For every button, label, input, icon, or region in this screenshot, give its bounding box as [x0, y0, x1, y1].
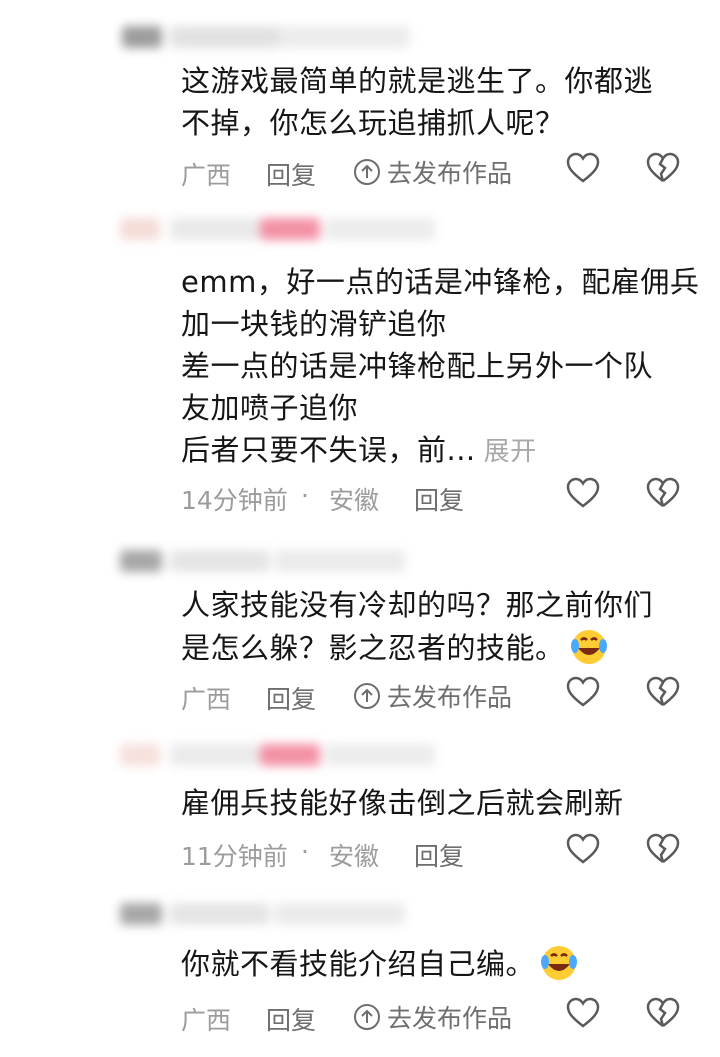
- comment-line: 是怎么躲？影之忍者的技能。: [181, 626, 701, 669]
- heart-outline-icon[interactable]: [565, 674, 601, 710]
- comment-text: 这游戏最简单的就是逃生了。你都逃 不掉，你怎么玩追捕抓人呢？: [181, 60, 701, 144]
- broken-heart-outline-icon[interactable]: [645, 995, 681, 1031]
- comment-line: 后者只要不失误，前... 展开: [181, 429, 701, 473]
- heart-outline-icon[interactable]: [565, 150, 601, 186]
- blurred-username: [120, 738, 440, 772]
- heart-outline-icon[interactable]: [565, 475, 601, 511]
- location-label: 广西: [181, 685, 232, 714]
- comment-text: 雇佣兵技能好像击倒之后就会刷新: [181, 782, 701, 824]
- goto-post-button[interactable]: 去发布作品: [353, 678, 512, 714]
- blurred-username: [120, 212, 440, 246]
- blurred-username: [120, 20, 420, 54]
- arrow-up-circle-icon: [354, 1004, 380, 1030]
- comment-meta: 14分钟前 · 安徽 回复: [181, 475, 701, 515]
- comment-text: emm，好一点的话是冲锋枪，配雇佣兵 加一块钱的滑铲追你 差一点的话是冲锋枪配上…: [181, 261, 701, 473]
- reply-button[interactable]: 回复: [266, 1001, 316, 1037]
- comment-meta: 广西 回复 去发布作品: [181, 150, 701, 190]
- comment-line: 人家技能没有冷却的吗？那之前你们: [181, 588, 654, 622]
- laugh-cry-emoji-icon: [541, 946, 578, 980]
- comment-meta: 11分钟前 · 安徽 回复: [181, 831, 701, 871]
- comment-line: 这游戏最简单的就是逃生了。你都逃: [181, 64, 654, 98]
- reply-button[interactable]: 回复: [266, 156, 316, 192]
- goto-post-label: 去发布作品: [387, 683, 513, 712]
- location-label: 安徽: [329, 486, 380, 515]
- reply-button[interactable]: 回复: [414, 481, 464, 517]
- comment-line: emm，好一点的话是冲锋枪，配雇佣兵: [181, 265, 700, 299]
- broken-heart-outline-icon[interactable]: [645, 674, 681, 710]
- comment-text: 人家技能没有冷却的吗？那之前你们 是怎么躲？影之忍者的技能。: [181, 584, 701, 669]
- broken-heart-outline-icon[interactable]: [645, 831, 681, 867]
- comment-meta: 广西 回复 去发布作品: [181, 995, 701, 1035]
- blurred-username: [120, 544, 420, 578]
- comment-line: 不掉，你怎么玩追捕抓人呢？: [181, 106, 565, 140]
- comment-line: 差一点的话是冲锋枪配上另外一个队: [181, 349, 654, 383]
- location-label: 广西: [181, 161, 232, 190]
- location-label: 广西: [181, 1006, 232, 1035]
- comment-line: 加一块钱的滑铲追你: [181, 307, 447, 341]
- timestamp: 11分钟前: [181, 842, 288, 871]
- comment-meta: 广西 回复 去发布作品: [181, 674, 701, 714]
- comment-line-truncated: 后者只要不失误，前...: [181, 433, 476, 467]
- comment-text: 你就不看技能介绍自己编。: [181, 942, 701, 985]
- goto-post-label: 去发布作品: [387, 1004, 513, 1033]
- comment-line-text: 是怎么躲？影之忍者的技能。: [181, 631, 565, 665]
- goto-post-button[interactable]: 去发布作品: [353, 154, 512, 190]
- comment-line-text: 你就不看技能介绍自己编。: [181, 947, 536, 981]
- laugh-cry-emoji-icon: [570, 630, 607, 664]
- heart-outline-icon[interactable]: [565, 831, 601, 867]
- goto-post-label: 去发布作品: [387, 159, 513, 188]
- reply-button[interactable]: 回复: [266, 680, 316, 716]
- broken-heart-outline-icon[interactable]: [645, 475, 681, 511]
- separator-dot: ·: [301, 837, 309, 866]
- separator-dot: ·: [301, 481, 309, 510]
- comment-line: 你就不看技能介绍自己编。: [181, 942, 701, 985]
- heart-outline-icon[interactable]: [565, 995, 601, 1031]
- location-label: 安徽: [329, 842, 380, 871]
- blurred-username: [120, 897, 420, 931]
- arrow-up-circle-icon: [354, 683, 380, 709]
- arrow-up-circle-icon: [354, 159, 380, 185]
- expand-button[interactable]: 展开: [484, 437, 537, 467]
- comment-line: 友加喷子追你: [181, 391, 359, 425]
- broken-heart-outline-icon[interactable]: [645, 150, 681, 186]
- comment-line: 雇佣兵技能好像击倒之后就会刷新: [181, 786, 624, 820]
- timestamp: 14分钟前: [181, 486, 288, 515]
- reply-button[interactable]: 回复: [414, 837, 464, 873]
- goto-post-button[interactable]: 去发布作品: [353, 999, 512, 1035]
